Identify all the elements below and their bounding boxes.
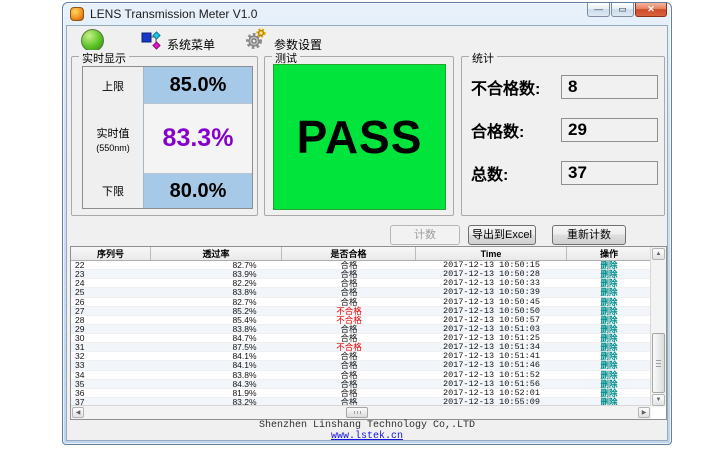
- maximize-button[interactable]: ▭: [611, 3, 634, 17]
- current-label-text: 实时值: [97, 125, 130, 141]
- header-operation[interactable]: 操作: [567, 247, 651, 260]
- upper-limit-label: 上限: [83, 67, 143, 104]
- lower-limit-label: 下限: [83, 173, 143, 208]
- status-led-icon: [81, 29, 104, 52]
- close-button[interactable]: ✕: [635, 3, 667, 17]
- header-transmittance[interactable]: 透过率: [151, 247, 282, 260]
- minimize-button[interactable]: —: [587, 3, 610, 17]
- lower-limit-value: 80.0%: [143, 173, 252, 208]
- table-header: 序列号 透过率 是否合格 Time 操作: [71, 247, 651, 261]
- realtime-panel: 上限 85.0% 实时值 (550nm) 83.3% 下限 80.0%: [82, 66, 253, 209]
- current-value-label: 实时值 (550nm): [83, 104, 143, 173]
- client-area: 系统菜单 参数设置 实时显示 上限 85.0% 实时值 (550nm): [66, 25, 668, 441]
- scroll-right-icon[interactable]: ▶: [638, 407, 650, 418]
- system-menu-button[interactable]: 系统菜单: [167, 36, 215, 53]
- upper-limit-value: 85.0%: [143, 67, 252, 104]
- scroll-up-icon[interactable]: ▲: [652, 248, 665, 260]
- realtime-group-label: 实时显示: [79, 50, 129, 66]
- total-count-value: 37: [561, 161, 658, 185]
- table-body: 2282.7%合格2017-12-13 10:50:15删除2383.9%合格2…: [71, 261, 651, 407]
- footer-company-text: Shenzhen Linshang Technology Co,.LTD: [67, 420, 667, 431]
- desktop: LENS Transmission Meter V1.0 — ▭ ✕ 系统菜单: [0, 0, 726, 450]
- title-bar[interactable]: LENS Transmission Meter V1.0 — ▭ ✕: [63, 3, 671, 24]
- total-count-label: 总数:: [471, 161, 508, 185]
- count-button: 计数: [390, 225, 460, 245]
- horizontal-scrollbar[interactable]: ◀ ▶: [71, 405, 651, 419]
- pass-count-value: 29: [561, 118, 658, 142]
- test-result-panel: PASS: [273, 64, 446, 210]
- horizontal-scroll-thumb[interactable]: [346, 407, 368, 418]
- window-title: LENS Transmission Meter V1.0: [90, 7, 257, 21]
- header-time[interactable]: Time: [416, 247, 567, 260]
- stats-group: 统计 不合格数: 8 合格数: 29 总数: 37: [461, 56, 665, 216]
- pass-count-label: 合格数:: [471, 118, 524, 142]
- vertical-scrollbar[interactable]: ▲ ▼: [650, 247, 666, 407]
- window-controls: — ▭ ✕: [586, 3, 667, 17]
- test-group: 测试 PASS: [264, 56, 454, 216]
- stats-group-label: 统计: [469, 50, 497, 66]
- results-table: 序列号 透过率 是否合格 Time 操作 2282.7%合格2017-12-13…: [70, 246, 667, 420]
- vertical-scroll-thumb[interactable]: [652, 333, 665, 393]
- wavelength-label: (550nm): [96, 143, 130, 153]
- stat-row-pass: 合格数: 29: [471, 117, 658, 143]
- fail-count-label: 不合格数:: [471, 75, 540, 99]
- export-excel-button[interactable]: 导出到Excel: [468, 225, 536, 245]
- footer-link-row: www.lstek.cn: [67, 431, 667, 441]
- realtime-group: 实时显示 上限 85.0% 实时值 (550nm) 83.3% 下限 80.0%: [71, 56, 258, 216]
- scroll-left-icon[interactable]: ◀: [72, 407, 84, 418]
- settings-gear-icon[interactable]: [245, 28, 267, 50]
- app-icon: [70, 7, 84, 21]
- system-menu-icon[interactable]: [141, 30, 163, 52]
- header-result[interactable]: 是否合格: [282, 247, 416, 260]
- recount-button[interactable]: 重新计数: [552, 225, 626, 245]
- fail-count-value: 8: [561, 75, 658, 99]
- scroll-down-icon[interactable]: ▼: [652, 394, 665, 406]
- app-window: LENS Transmission Meter V1.0 — ▭ ✕ 系统菜单: [62, 2, 672, 445]
- test-result-text: PASS: [297, 110, 423, 164]
- stat-row-total: 总数: 37: [471, 160, 658, 186]
- stat-row-fail: 不合格数: 8: [471, 74, 658, 100]
- website-link[interactable]: www.lstek.cn: [331, 431, 403, 441]
- header-serial[interactable]: 序列号: [71, 247, 151, 260]
- current-value: 83.3%: [143, 104, 252, 173]
